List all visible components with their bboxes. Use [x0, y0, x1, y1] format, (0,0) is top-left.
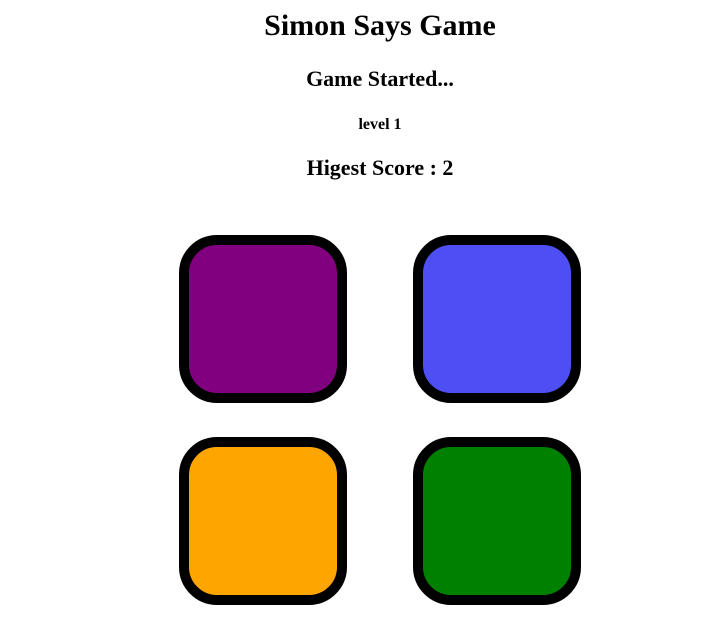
- level-indicator: level 1: [358, 116, 402, 133]
- green-button[interactable]: [413, 437, 581, 605]
- orange-button[interactable]: [179, 437, 347, 605]
- game-page: Simon Says Game Game Started... level 1 …: [0, 0, 717, 618]
- game-title: Simon Says Game: [264, 9, 496, 42]
- highest-score: Higest Score : 2: [306, 155, 454, 180]
- blue-button[interactable]: [413, 235, 581, 403]
- game-status: Game Started...: [306, 66, 454, 91]
- purple-button[interactable]: [179, 235, 347, 403]
